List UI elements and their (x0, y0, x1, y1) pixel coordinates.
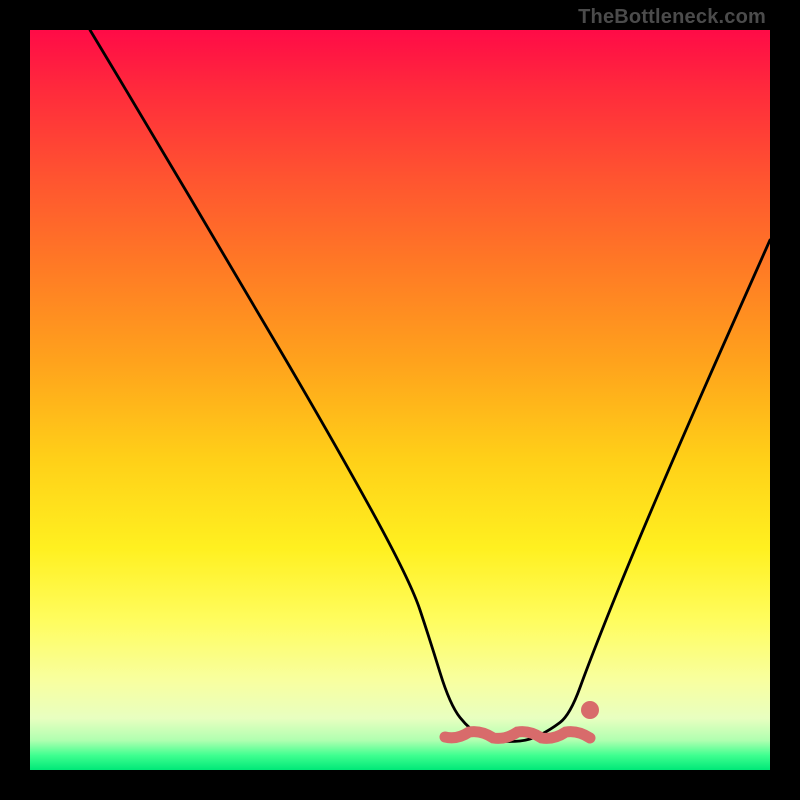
chart-frame (30, 30, 770, 770)
chart-svg (30, 30, 770, 770)
highlight-dot (581, 701, 599, 719)
bottleneck-curve-path (90, 30, 770, 742)
watermark-text: TheBottleneck.com (578, 6, 766, 29)
flat-segment (445, 732, 590, 739)
